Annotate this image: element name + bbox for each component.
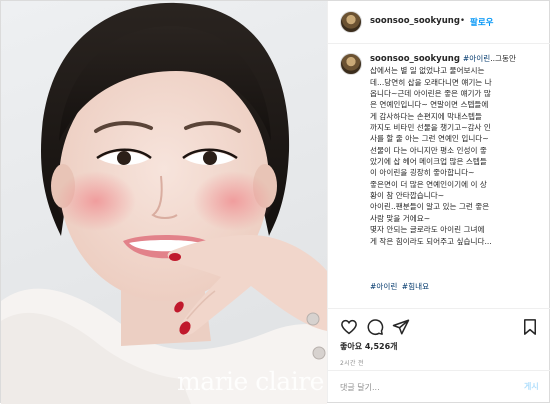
post-side-panel: soonsoo_sookyung • 팔로우 soonsoo_sookyung #… xyxy=(327,1,550,402)
caption-line: 사를 할 줄 아는 그런 연예인 입니다~ xyxy=(370,134,489,144)
comment-input[interactable] xyxy=(340,379,490,395)
action-bar xyxy=(328,308,550,343)
hashtag-list: #아이린 #힘내요 xyxy=(370,281,431,292)
caption-area: soonsoo_sookyung #아이린..그동안 삽에서는 별 일 없었냐고 … xyxy=(328,44,550,310)
caption-text: soonsoo_sookyung #아이린..그동안 삽에서는 별 일 없었냐고 … xyxy=(370,53,542,247)
bookmark-icon[interactable] xyxy=(521,318,539,336)
portrait-illustration xyxy=(1,2,327,404)
instagram-post: marie claire soonsoo_sookyung • 팔로우 soon… xyxy=(0,0,550,404)
caption-username[interactable]: soonsoo_sookyung xyxy=(370,54,460,64)
caption-line: 았기에 삽 헤어 메이크업 많은 스텝들 xyxy=(370,157,487,167)
post-timestamp[interactable]: 2시간 전 xyxy=(340,358,364,367)
caption-line: 황이 참 안타깝습니다~ xyxy=(370,191,445,201)
hashtag-link[interactable]: #힘내요 xyxy=(402,282,429,291)
comment-bar: 게시 xyxy=(328,370,550,403)
caption-line: 사람 맞을 거에요~ xyxy=(370,213,431,223)
share-icon[interactable] xyxy=(392,318,410,336)
post-header: soonsoo_sookyung • 팔로우 xyxy=(328,1,550,44)
caption-line: 데...당연히 삽을 오래다니면 얘기는 나 xyxy=(370,77,492,87)
caption-line: 몇자 안되는 글로라도 아이린 그녀에 xyxy=(370,225,485,235)
post-comment-button[interactable]: 게시 xyxy=(524,381,539,392)
caption-line: ..그동안 xyxy=(490,54,517,63)
separator-dot: • xyxy=(460,16,466,26)
follow-button[interactable]: 팔로우 xyxy=(470,16,493,28)
caption-line: 삽에서는 별 일 없었냐고 물어보시는 xyxy=(370,66,485,76)
header-username[interactable]: soonsoo_sookyung xyxy=(370,16,460,26)
magazine-watermark: marie claire xyxy=(177,367,324,396)
caption-line: 게 감사하다는 손편지에 막내스텝들 xyxy=(370,111,483,121)
caption-line: 까지도 비타민 선물을 챙기고~감사 인 xyxy=(370,123,491,133)
post-photo[interactable]: marie claire xyxy=(1,1,327,404)
caption-line: 좋은면이 더 많은 연예인이기에 이 상 xyxy=(370,179,487,189)
likes-count[interactable]: 좋아요 4,526개 xyxy=(340,341,398,352)
heart-icon[interactable] xyxy=(340,318,358,336)
avatar[interactable] xyxy=(340,11,362,33)
caption-line: 이 아이린을 굉장히 좋아합니다~ xyxy=(370,168,475,178)
caption-line: 은 연예인입니다~ 연말이면 스텝들에 xyxy=(370,100,489,110)
hashtag-link[interactable]: #아이린 xyxy=(370,282,397,291)
caption-line: 옵니다~근데 아이린은 좋은 얘기가 많 xyxy=(370,89,491,99)
caption-avatar[interactable] xyxy=(340,53,362,75)
caption-line: 게 작은 힘이라도 되어주고 싶습니다... xyxy=(370,236,492,246)
caption-line: 선물이 다는 아니지만 평소 인성이 좋 xyxy=(370,145,487,155)
caption-hashtag-inline[interactable]: #아이린 xyxy=(463,54,490,63)
comment-icon[interactable] xyxy=(366,318,384,336)
caption-line: 아이린..팬분들이 알고 있는 그런 좋은 xyxy=(370,202,490,212)
